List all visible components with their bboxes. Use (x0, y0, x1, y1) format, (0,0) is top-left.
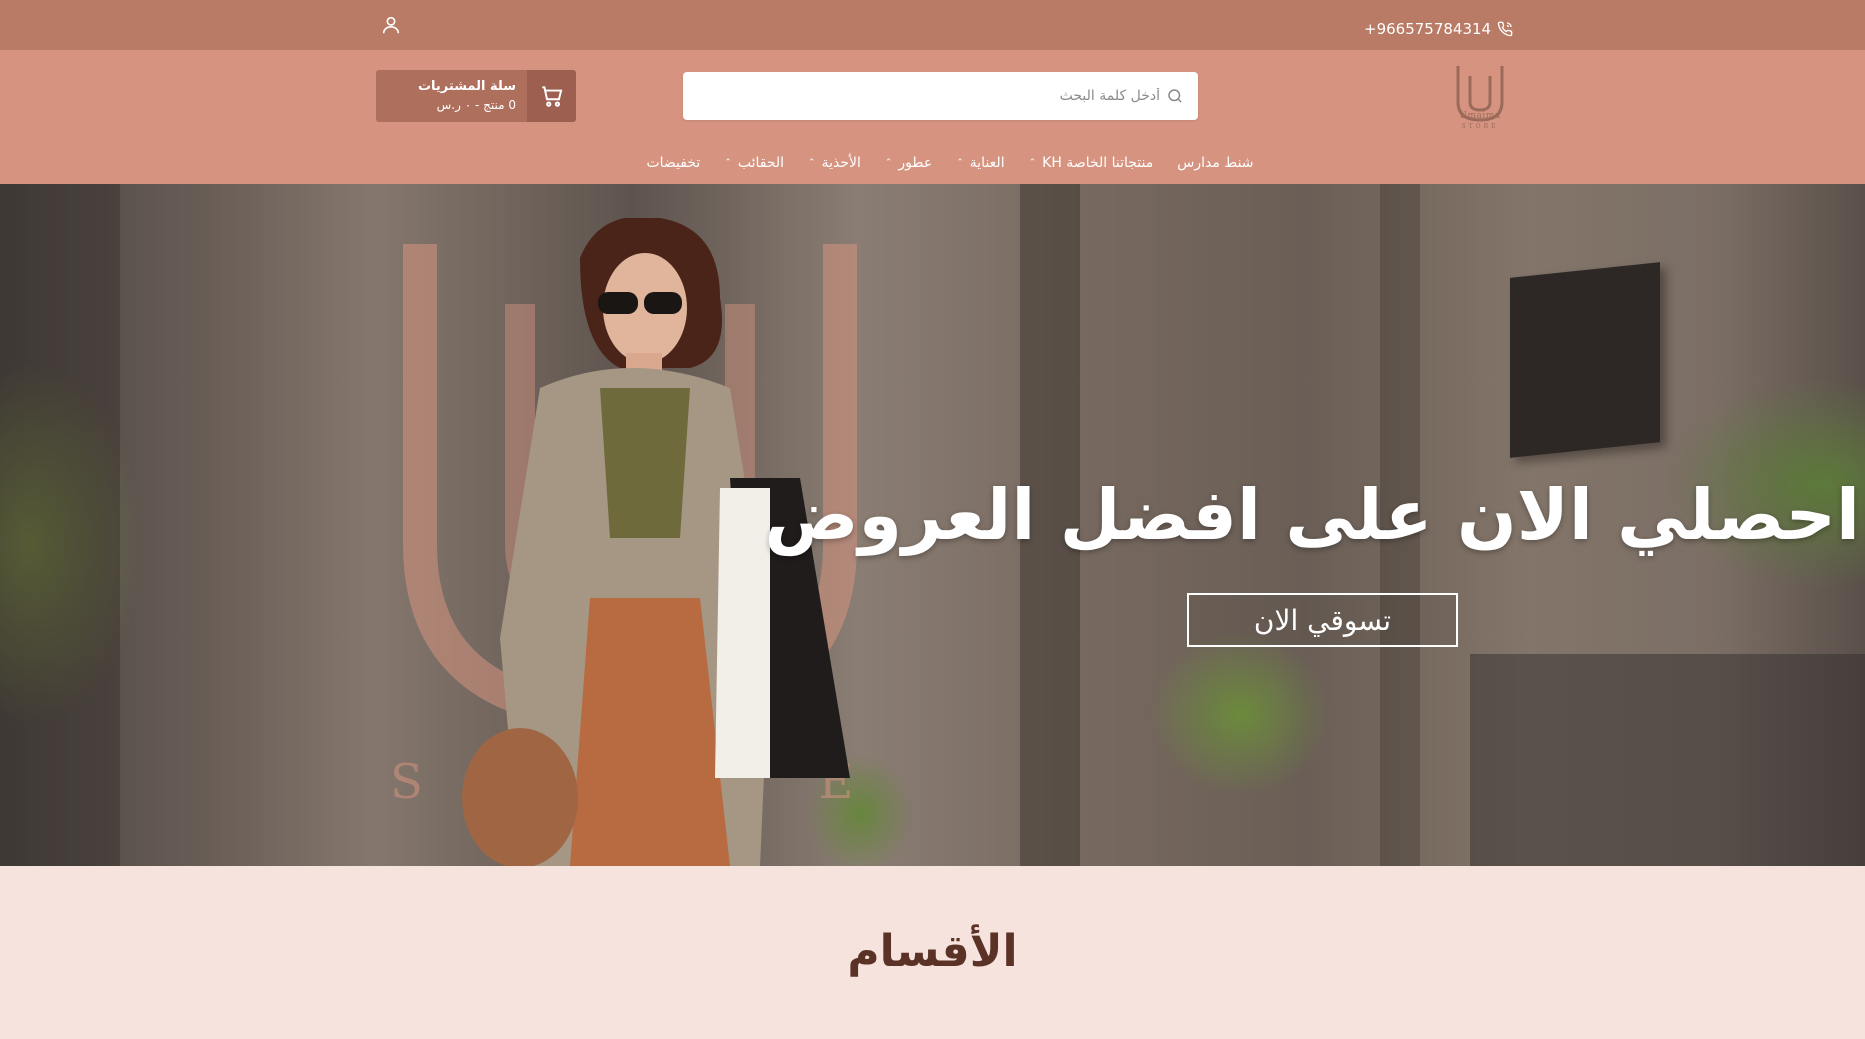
hero-headline: احصلي الان على افضل العروض (764, 474, 1860, 556)
logo-text: Umaima (1459, 111, 1501, 121)
main-nav: تخفيضات الحقائب ⌃ الأحذية ⌃ عطور ⌃ العنا… (600, 150, 1300, 176)
cart-button[interactable]: سلة المشتريات 0 منتج - ٠ ر.س (376, 70, 576, 122)
nav-label: شنط مدارس (1177, 155, 1254, 171)
nav-item-bags[interactable]: الحقائب ⌃ (724, 150, 784, 176)
nav-item-kh-products[interactable]: منتجاتنا الخاصة KH ⌃ (1029, 150, 1154, 176)
nav-item-school-bags[interactable]: شنط مدارس (1177, 150, 1253, 176)
search-input[interactable] (683, 72, 1198, 120)
logo-wordmark: Umaima STORE (1446, 111, 1514, 131)
nav-item-care[interactable]: العناية ⌃ (956, 150, 1004, 176)
categories-title: الأقسام (847, 926, 1018, 977)
search-icon[interactable] (1166, 87, 1184, 105)
cart-icon-box[interactable] (527, 70, 576, 122)
chevron-down-icon: ⌃ (1028, 158, 1037, 168)
nav-label: عطور (898, 155, 933, 171)
nav-label: تخفيضات (646, 155, 701, 171)
phone-contact[interactable]: +966575784314 (1364, 20, 1513, 38)
nav-label: الأحذية (821, 155, 861, 171)
chevron-down-icon: ⌃ (956, 158, 964, 168)
cart-summary: 0 منتج - ٠ ر.س (436, 98, 516, 112)
chevron-down-icon: ⌃ (724, 158, 732, 168)
nav-label: العناية (969, 155, 1005, 171)
phone-icon (1497, 21, 1513, 37)
top-bar: +966575784314 (0, 0, 1865, 50)
cart-title: سلة المشتريات (417, 79, 516, 94)
user-icon[interactable] (380, 14, 402, 36)
nav-label: منتجاتنا الخاصة KH (1042, 155, 1154, 171)
nav-item-perfumes[interactable]: عطور ⌃ (885, 150, 932, 176)
phone-number[interactable]: +966575784314 (1364, 20, 1491, 38)
nav-item-sales[interactable]: تخفيضات (646, 150, 700, 176)
chevron-down-icon: ⌃ (884, 158, 893, 168)
cart-icon (541, 86, 562, 107)
logo-subtext: STORE (1461, 123, 1499, 130)
wall-plaque (1510, 262, 1660, 458)
chevron-down-icon: ⌃ (808, 158, 816, 168)
wall-panel (1470, 654, 1865, 866)
categories-section: الأقسام (0, 866, 1865, 1039)
nav-item-shoes[interactable]: الأحذية ⌃ (808, 150, 861, 176)
search-box[interactable] (683, 72, 1198, 120)
shop-now-button[interactable]: تسوقي الان (1187, 593, 1458, 647)
building-shadow (0, 184, 120, 866)
nav-label: الحقائب (737, 155, 785, 171)
hero-banner: STORE احصلي الان على افضل العروض تسوقي ا… (0, 184, 1865, 866)
